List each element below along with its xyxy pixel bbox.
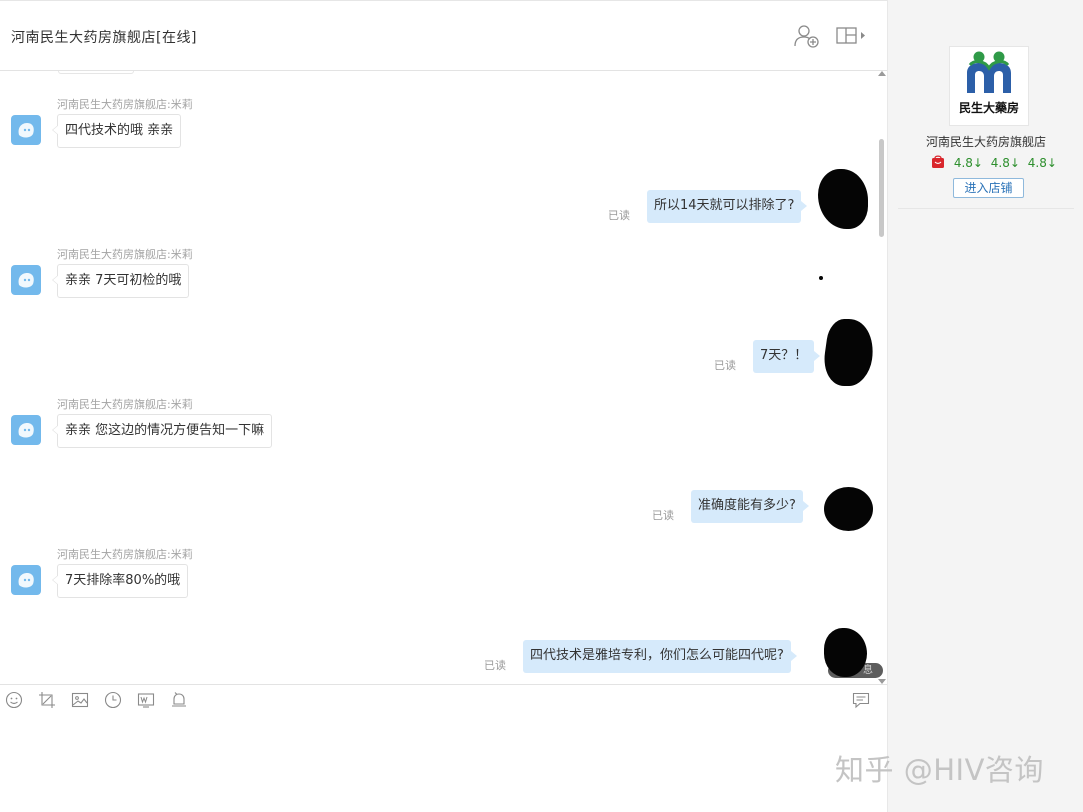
previous-message-bubble (58, 71, 134, 74)
read-receipt: 已读 (484, 659, 506, 672)
emoji-icon[interactable] (5, 691, 23, 709)
chat-header: 河南民生大药房旗舰店[在线] (0, 1, 887, 71)
watermark: 知乎 @HIV咨询 (835, 753, 1044, 787)
message-scrollbar[interactable] (876, 71, 886, 684)
redacted-avatar (818, 169, 868, 229)
history-clock-icon[interactable] (104, 691, 122, 709)
add-contact-icon[interactable] (793, 23, 821, 49)
rating-delivery: 4.8↓ (1027, 156, 1057, 170)
sidebar-divider (898, 208, 1074, 209)
incoming-message-bubble: 四代技术的哦 亲亲 (51, 114, 182, 148)
shop-logo-figures-icon (967, 51, 1011, 93)
chat-pane: 河南民生大药房旗舰店[在线] 河南民生大药房旗舰店:米莉 四代技术的哦 亲亲 已… (0, 0, 887, 812)
sender-name: 河南民生大药房旗舰店:米莉 (57, 98, 193, 111)
input-toolbar (0, 684, 887, 714)
rating-service: 4.8↓ (990, 156, 1020, 170)
image-icon[interactable] (71, 691, 89, 709)
chat-title: 河南民生大药房旗舰店[在线] (11, 30, 197, 46)
agent-avatar[interactable] (11, 415, 41, 445)
shop-logo[interactable]: 民生大藥房 (949, 46, 1029, 126)
scroll-thumb[interactable] (879, 139, 884, 237)
video-icon[interactable] (137, 691, 155, 709)
panel-toggle-icon[interactable] (836, 23, 865, 49)
message-list[interactable]: 河南民生大药房旗舰店:米莉 四代技术的哦 亲亲 已读 所以14天就可以排除了? … (0, 71, 887, 684)
bell-icon[interactable] (170, 691, 188, 709)
read-receipt: 已读 (652, 509, 674, 522)
rating-description: 4.8↓ (953, 156, 983, 170)
read-receipt: 已读 (608, 209, 630, 222)
screenshot-icon[interactable] (38, 691, 56, 709)
shop-ratings: 4.8↓ 4.8↓ 4.8↓ (931, 155, 1061, 171)
enter-store-button[interactable]: 进入店铺 (953, 178, 1024, 198)
outgoing-message-bubble: 准确度能有多少? (691, 490, 809, 523)
outgoing-message-bubble: 四代技术是雅培专利，你们怎么可能四代呢? (523, 640, 797, 673)
outgoing-message-bubble: 7天？！ (753, 340, 821, 373)
sender-name: 河南民生大药房旗舰店:米莉 (57, 248, 193, 261)
sender-name: 河南民生大药房旗舰店:米莉 (57, 398, 193, 411)
shop-sidebar: 民生大藥房 河南民生大药房旗舰店 4.8↓ 4.8↓ 4.8↓ 进入店铺 (887, 0, 1083, 812)
shop-bag-icon (931, 155, 945, 169)
quick-reply-icon[interactable] (852, 691, 870, 709)
redacted-avatar (824, 487, 873, 531)
redacted-avatar (820, 319, 878, 386)
ink-dot (819, 276, 823, 280)
agent-avatar[interactable] (11, 115, 41, 145)
incoming-message-bubble: 亲亲 您这边的情况方便告知一下嘛 (51, 414, 273, 448)
shop-logo-text: 民生大藥房 (958, 101, 1019, 115)
scroll-up-icon[interactable] (878, 71, 886, 76)
read-receipt: 已读 (714, 359, 736, 372)
agent-avatar[interactable] (11, 265, 41, 295)
redacted-avatar (824, 628, 867, 677)
outgoing-message-bubble: 所以14天就可以排除了? (647, 190, 808, 223)
agent-avatar[interactable] (11, 565, 41, 595)
sender-name: 河南民生大药房旗舰店:米莉 (57, 548, 193, 561)
shop-name[interactable]: 河南民生大药房旗舰店 (888, 133, 1083, 150)
incoming-message-bubble: 7天排除率80%的哦 (51, 564, 189, 598)
message-input[interactable] (0, 714, 887, 812)
incoming-message-bubble: 亲亲 7天可初检的哦 (51, 264, 190, 298)
